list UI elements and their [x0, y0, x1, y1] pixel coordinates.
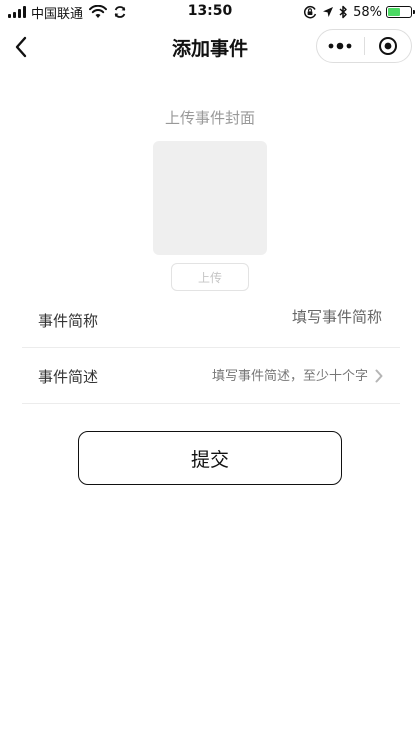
event-description-placeholder: 填写事件简述，至少十个字	[211, 369, 368, 384]
form-row-description[interactable]: 事件简述 填写事件简述，至少十个字	[22, 348, 400, 404]
submit-button[interactable]: 提交	[78, 431, 342, 485]
target-circle-icon	[378, 37, 397, 55]
status-right: 58%	[303, 3, 415, 21]
capsule-menu	[316, 29, 412, 63]
bluetooth-icon	[339, 5, 347, 19]
location-arrow-icon	[323, 7, 334, 17]
event-description-label: 事件简述	[38, 368, 99, 386]
battery-percent: 58%	[353, 4, 382, 20]
battery-fill	[388, 8, 400, 16]
status-bar: 中国联通 13:50 58%	[0, 0, 420, 24]
cover-title: 上传事件封面	[164, 109, 255, 127]
event-name-input[interactable]	[182, 308, 382, 326]
close-miniprogram-button[interactable]	[364, 30, 411, 62]
more-button[interactable]	[317, 30, 364, 62]
upload-button[interactable]: 上传	[171, 263, 249, 291]
more-dots-icon	[328, 42, 352, 50]
chevron-right-icon	[375, 369, 383, 383]
cover-image-placeholder[interactable]	[153, 141, 267, 255]
battery-icon	[386, 6, 415, 18]
form-row-name: 事件简称	[22, 292, 400, 348]
event-name-label: 事件简称	[38, 312, 99, 330]
orientation-lock-icon	[304, 5, 317, 19]
nav-bar: 添加事件	[0, 24, 420, 70]
